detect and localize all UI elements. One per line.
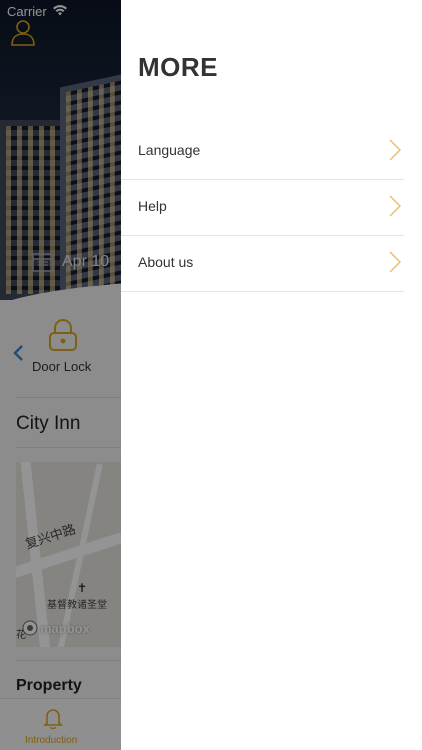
menu-item-about-us[interactable]: About us xyxy=(121,236,404,292)
menu-item-label: Language xyxy=(138,142,201,158)
menu-item-label: About us xyxy=(138,254,194,270)
menu-list: Language Help About us xyxy=(121,124,404,292)
menu-item-language[interactable]: Language xyxy=(121,124,404,180)
chevron-right-icon xyxy=(389,251,401,273)
menu-item-label: Help xyxy=(138,198,167,214)
chevron-right-icon xyxy=(389,139,401,161)
chevron-right-icon xyxy=(389,195,401,217)
drawer-title: MORE xyxy=(138,52,218,82)
menu-item-help[interactable]: Help xyxy=(121,180,404,236)
side-drawer: MORE Language Help About us xyxy=(121,0,422,750)
